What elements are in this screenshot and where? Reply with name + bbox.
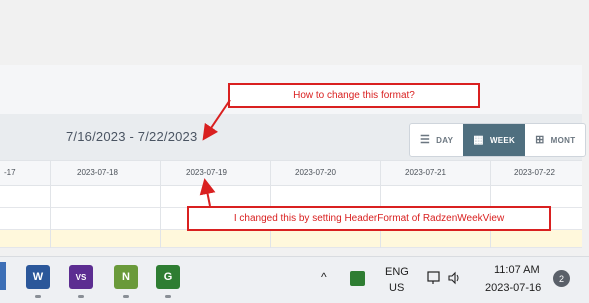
time-slot-row[interactable] xyxy=(0,186,582,208)
calendar-grid-icon: ⊞ xyxy=(535,133,545,146)
calendar-week-icon: ▦ xyxy=(473,133,484,146)
annotation-top-note: How to change this format? xyxy=(228,83,480,108)
column-divider xyxy=(160,160,161,248)
running-indicator xyxy=(35,295,41,298)
word-app-icon[interactable]: W xyxy=(26,265,50,289)
column-divider xyxy=(50,160,51,248)
column-divider xyxy=(270,160,271,248)
network-volume-icons[interactable] xyxy=(427,270,461,286)
volume-icon xyxy=(448,271,456,285)
column-divider xyxy=(490,160,491,248)
column-header: 2023-07-18 xyxy=(77,168,118,177)
column-header: 2023-07-19 xyxy=(186,168,227,177)
clock-date[interactable]: 2023-07-16 xyxy=(485,282,541,294)
view-week-button[interactable]: ▦ WEEK xyxy=(463,124,526,156)
date-range-title: 7/16/2023 - 7/22/2023 xyxy=(66,129,198,144)
network-icon xyxy=(427,271,440,282)
view-switcher: ☰ DAY ▦ WEEK ⊞ MONT xyxy=(409,123,587,157)
column-header: -17 xyxy=(4,168,16,177)
green-app-icon[interactable]: G xyxy=(156,265,180,289)
view-day-label: DAY xyxy=(436,135,454,145)
column-header: 2023-07-22 xyxy=(514,168,555,177)
column-header: 2023-07-20 xyxy=(295,168,336,177)
view-day-button[interactable]: ☰ DAY xyxy=(410,124,463,156)
language-indicator-bottom[interactable]: US xyxy=(389,282,404,294)
view-month-label: MONT xyxy=(550,135,576,145)
view-month-button[interactable]: ⊞ MONT xyxy=(525,124,585,156)
view-week-label: WEEK xyxy=(489,135,516,145)
notification-badge[interactable]: 2 xyxy=(553,270,570,287)
language-indicator-top[interactable]: ENG xyxy=(385,266,409,278)
running-indicator xyxy=(78,295,84,298)
time-slot-row[interactable] xyxy=(0,230,582,248)
tray-app-icon[interactable] xyxy=(350,271,365,286)
column-header: 2023-07-21 xyxy=(405,168,446,177)
notepad-plus-app-icon[interactable]: N xyxy=(114,265,138,289)
screen: 7/16/2023 - 7/22/2023 ☰ DAY ▦ WEEK ⊞ MON… xyxy=(0,0,589,303)
running-indicator xyxy=(123,295,129,298)
visual-studio-app-icon[interactable]: VS xyxy=(69,265,93,289)
column-divider xyxy=(380,160,381,248)
list-icon: ☰ xyxy=(420,133,431,146)
annotation-bottom-note: I changed this by setting HeaderFormat o… xyxy=(187,206,551,231)
taskbar-app-edge[interactable] xyxy=(0,262,6,290)
tray-chevron-icon[interactable]: ^ xyxy=(321,270,327,284)
clock-time[interactable]: 11:07 AM xyxy=(494,264,540,276)
running-indicator xyxy=(165,295,171,298)
